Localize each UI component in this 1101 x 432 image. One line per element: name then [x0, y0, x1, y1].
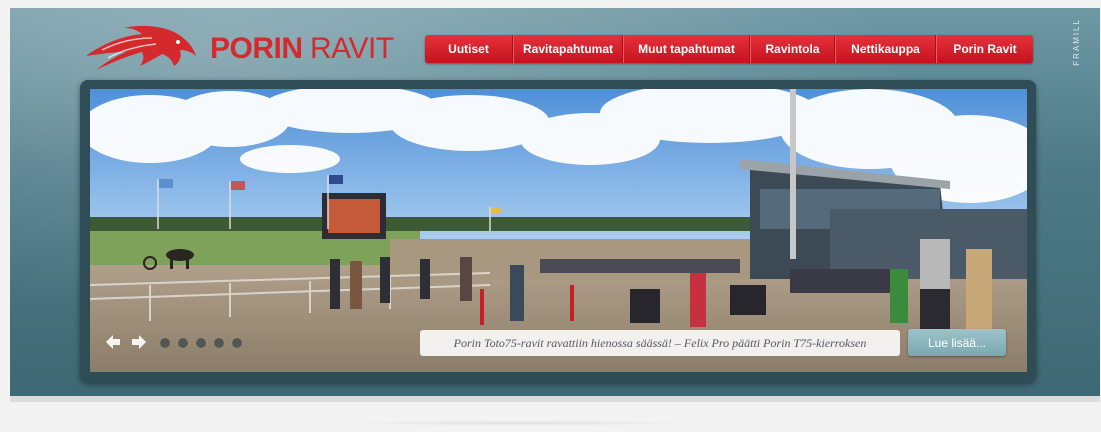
logo-text-ravit: RAVIT — [310, 32, 394, 65]
slider-dot[interactable] — [160, 338, 170, 348]
site-logo[interactable]: PORIN RAVIT — [82, 22, 394, 71]
arrow-right-icon — [132, 335, 146, 349]
side-label: FRAMILL — [1072, 18, 1081, 66]
nav-item-ravintola[interactable]: Ravintola — [750, 35, 835, 63]
nav-item-ravitapahtumat[interactable]: Ravitapahtumat — [513, 35, 623, 63]
content-divider — [340, 420, 700, 426]
slider-dot[interactable] — [178, 338, 188, 348]
slider-dot[interactable] — [214, 338, 224, 348]
nav-item-porin-ravit[interactable]: Porin Ravit — [936, 35, 1033, 63]
logo-text-porin: PORIN — [210, 32, 303, 65]
slider-dot[interactable] — [232, 338, 242, 348]
slide-caption[interactable]: Porin Toto75-ravit ravattiin hienossa sä… — [420, 330, 900, 356]
read-more-button[interactable]: Lue lisää... — [908, 329, 1006, 356]
slider-dot[interactable] — [196, 338, 206, 348]
nav-item-muut-tapahtumat[interactable]: Muut tapahtumat — [623, 35, 750, 63]
nav-item-uutiset[interactable]: Uutiset — [425, 35, 513, 63]
arrow-left-icon — [106, 335, 120, 349]
nav-item-nettikauppa[interactable]: Nettikauppa — [835, 35, 936, 63]
main-navigation: Uutiset Ravitapahtumat Muut tapahtumat R… — [425, 35, 1033, 63]
header-bottom-strip — [10, 396, 1100, 402]
slider-next-button[interactable] — [130, 333, 148, 351]
horse-head-logo-icon — [86, 25, 196, 71]
slider-prev-button[interactable] — [104, 333, 122, 351]
slider-pagination — [160, 338, 242, 348]
